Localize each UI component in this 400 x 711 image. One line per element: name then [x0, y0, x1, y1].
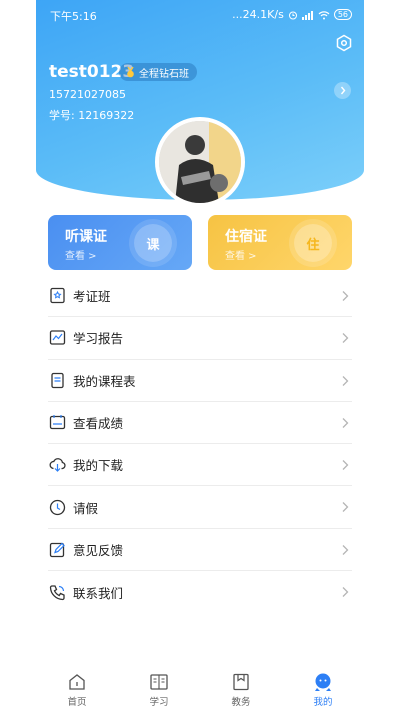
- alarm-icon: [288, 11, 297, 19]
- schedule-icon: [51, 372, 64, 388]
- tab-academic-affairs[interactable]: 教务: [200, 672, 282, 711]
- phone-number: 15721027085: [49, 88, 126, 101]
- network-speed: ...24.1K/s: [232, 8, 284, 21]
- card-view-link: 查看 >: [225, 251, 257, 262]
- vip-badge: 全程钻石班: [119, 63, 197, 81]
- menu-label: 我的下载: [73, 458, 124, 474]
- tab-label: 教务: [231, 697, 251, 708]
- tab-study[interactable]: 学习: [118, 672, 200, 711]
- menu-label: 联系我们: [73, 585, 124, 601]
- medal-icon: [127, 66, 134, 77]
- download-icon: [49, 458, 66, 473]
- chevron-right-icon: [342, 460, 349, 471]
- dormitory-card[interactable]: 住宿证 查看 > 住: [208, 215, 352, 270]
- bottom-nav: 首页 学习 教务 我的: [36, 672, 364, 711]
- report-icon: [49, 330, 66, 346]
- menu-label: 请假: [73, 500, 99, 516]
- chevron-right-icon: [342, 587, 349, 598]
- menu-label: 意见反馈: [73, 542, 124, 558]
- wifi-icon: [318, 10, 330, 19]
- attendance-card[interactable]: 听课证 查看 > 课: [48, 215, 192, 270]
- chevron-right-icon: [342, 291, 349, 301]
- grades-icon: [49, 415, 66, 430]
- menu-label: 查看成绩: [73, 416, 124, 432]
- avatar-photo: [159, 121, 241, 203]
- avatar[interactable]: [155, 117, 245, 207]
- chevron-right-icon: [342, 333, 349, 344]
- phone-icon: [49, 585, 65, 600]
- chevron-right-icon: [340, 86, 345, 95]
- tab-label: 我的: [313, 697, 333, 708]
- dorm-badge-icon: 住: [294, 224, 332, 262]
- menu-list: 考证班 学习报告 我的课程表 查看成绩 我的下载 请假 意见反馈 联系我们: [48, 275, 352, 613]
- card-view-link: 查看 >: [65, 251, 97, 262]
- chevron-right-icon: [342, 502, 349, 513]
- status-bar: 下午5:16 ...24.1K/s 56: [36, 0, 364, 28]
- signal-icon: [301, 10, 313, 20]
- profile-detail-button[interactable]: [334, 82, 351, 99]
- menu-item-schedule[interactable]: 我的课程表: [48, 360, 352, 402]
- my-page: 下午5:16 ...24.1K/s 56 test0123 全程钻石班 1572…: [36, 0, 364, 711]
- menu-item-contact[interactable]: 联系我们: [48, 571, 352, 613]
- course-badge-icon: 课: [134, 224, 172, 262]
- battery-indicator: 56: [333, 9, 352, 20]
- tab-label: 首页: [67, 697, 87, 708]
- tab-label: 学习: [149, 697, 169, 708]
- home-icon: [69, 674, 85, 690]
- certificate-icon: [50, 287, 65, 304]
- chevron-right-icon: [342, 544, 349, 555]
- menu-item-certificate-class[interactable]: 考证班: [48, 275, 352, 318]
- feedback-icon: [49, 542, 65, 558]
- tab-mine[interactable]: 我的: [282, 672, 364, 711]
- menu-item-leave[interactable]: 请假: [48, 486, 352, 529]
- menu-label: 学习报告: [73, 331, 124, 347]
- profile-icon: [315, 673, 331, 691]
- menu-item-downloads[interactable]: 我的下载: [48, 444, 352, 487]
- settings-icon[interactable]: [335, 34, 353, 52]
- tab-home[interactable]: 首页: [36, 672, 118, 711]
- book-icon: [150, 674, 168, 690]
- menu-item-study-report[interactable]: 学习报告: [48, 317, 352, 360]
- chevron-right-icon: [342, 375, 349, 386]
- card-title: 听课证: [65, 229, 107, 245]
- status-time: 下午5:16: [50, 10, 97, 23]
- student-id: 学号: 12169322: [49, 109, 135, 122]
- menu-item-feedback[interactable]: 意见反馈: [48, 529, 352, 572]
- card-title: 住宿证: [225, 229, 267, 245]
- clock-icon: [49, 499, 66, 515]
- chevron-right-icon: [342, 417, 349, 428]
- menu-label: 我的课程表: [73, 373, 136, 389]
- admin-icon: [233, 673, 249, 691]
- menu-label: 考证班: [73, 289, 111, 305]
- vip-badge-label: 全程钻石班: [139, 68, 189, 80]
- menu-item-grades[interactable]: 查看成绩: [48, 402, 352, 445]
- status-indicators: ...24.1K/s 56: [232, 8, 352, 21]
